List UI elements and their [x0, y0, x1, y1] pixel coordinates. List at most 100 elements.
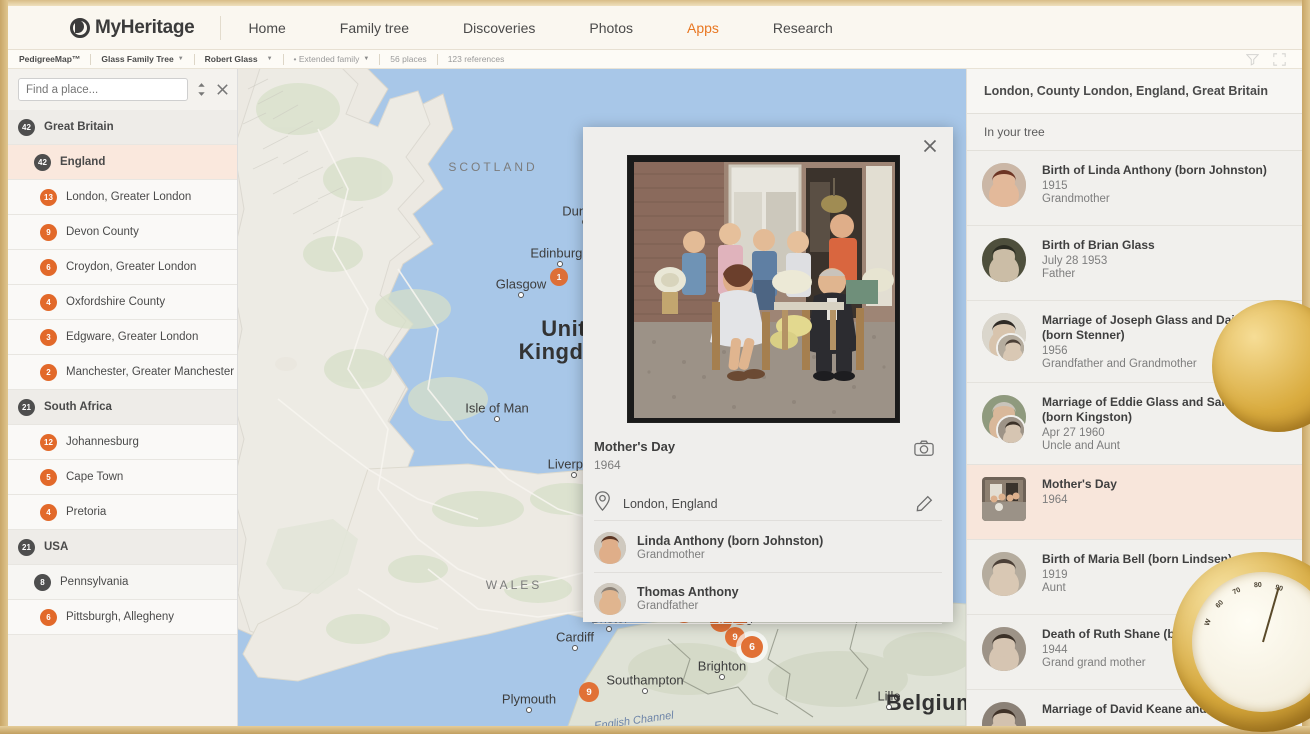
place-list-item[interactable]: 2 Manchester, Greater Manchester	[8, 355, 237, 390]
brand-name: MyHeritage	[95, 16, 195, 38]
place-count-badge: 3	[40, 328, 57, 346]
breadcrumb-places-count: 56 places	[390, 54, 427, 64]
avatar	[982, 163, 1026, 207]
place-label: South Africa	[44, 401, 112, 413]
place-label: London, Greater London	[66, 191, 192, 203]
place-count-badge: 6	[40, 608, 57, 626]
nav-item-home[interactable]: Home	[221, 20, 312, 36]
breadcrumb-tree-selector[interactable]: Glass Family Tree	[101, 54, 173, 64]
chevron-down-icon: ▼	[177, 56, 184, 62]
event-text: Birth of Linda Anthony (born Johnston) 19…	[1042, 163, 1288, 205]
event-date: Apr 27 1960	[1042, 427, 1105, 439]
map-city-dot	[494, 416, 500, 422]
map-city-dot	[557, 261, 563, 267]
place-list-item[interactable]: 4 Oxfordshire County	[8, 285, 237, 320]
place-list-item[interactable]: 21 USA	[8, 530, 237, 565]
place-count-badge: 4	[40, 503, 57, 521]
chevron-down-icon: ▼	[363, 56, 370, 62]
event-avatars	[982, 552, 1030, 602]
close-icon[interactable]	[919, 135, 941, 157]
map-city-dot	[606, 626, 612, 632]
popup-person-name: Linda Anthony (born Johnston)	[637, 534, 824, 548]
place-list-item[interactable]: 12 Johannesburg	[8, 425, 237, 460]
pencil-edit-icon[interactable]	[916, 495, 934, 513]
event-date: 1964	[1042, 494, 1068, 506]
breadcrumb-person-selector[interactable]: Robert Glass	[205, 54, 258, 64]
map-city-dot	[719, 674, 725, 680]
camera-icon[interactable]	[914, 439, 934, 457]
fullscreen-icon[interactable]	[1273, 52, 1286, 66]
event-list-item[interactable]: Birth of Linda Anthony (born Johnston) 19…	[967, 151, 1302, 226]
map-city-dot	[572, 645, 578, 651]
place-label: England	[60, 156, 106, 168]
photo-popup-card[interactable]: Mother's Day 1964 London, England Linda …	[583, 127, 953, 624]
main-nav-items: Home Family tree Discoveries Photos Apps Rese…	[221, 20, 859, 36]
event-title: Birth of Brian Glass	[1042, 238, 1155, 252]
avatar-secondary	[996, 415, 1026, 445]
popup-location-text: London, England	[623, 496, 718, 511]
nav-item-family-tree[interactable]: Family tree	[313, 20, 436, 36]
avatar	[982, 627, 1026, 671]
place-list-item[interactable]: 42 England	[8, 145, 237, 180]
map-marker[interactable]: 1	[550, 268, 568, 286]
event-list-item[interactable]: Birth of Brian Glass July 28 1953 Father	[967, 226, 1302, 301]
event-avatars	[982, 238, 1030, 288]
avatar-secondary	[996, 333, 1026, 363]
event-relation: Uncle and Aunt	[1042, 440, 1121, 452]
place-list-item[interactable]: 9 Devon County	[8, 215, 237, 250]
compass-tick: 60	[1215, 598, 1226, 610]
popup-location-row[interactable]: London, England	[594, 487, 942, 521]
event-avatars	[982, 702, 1030, 726]
filter-icon[interactable]	[1245, 53, 1260, 66]
place-list-item[interactable]: 5 Cape Town	[8, 460, 237, 495]
myheritage-logo-icon	[70, 17, 90, 38]
myheritage-logo[interactable]: MyHeritage	[70, 16, 195, 39]
nav-item-photos[interactable]: Photos	[562, 20, 660, 36]
place-count-badge: 2	[40, 363, 57, 381]
place-list-item[interactable]: 6 Croydon, Greater London	[8, 250, 237, 285]
frame-edge-left	[0, 0, 8, 734]
search-input[interactable]	[18, 78, 188, 101]
compass-tick: W	[1204, 618, 1214, 627]
place-label: Cape Town	[66, 471, 124, 483]
nav-item-apps[interactable]: Apps	[660, 20, 746, 36]
compass-face: W 60 70 80 90	[1192, 572, 1310, 712]
top-navigation-bar: MyHeritage Home Family tree Discoveries Pho…	[8, 6, 1302, 50]
place-list-item[interactable]: 8 Pennsylvania	[8, 565, 237, 600]
place-count-badge: 4	[40, 293, 57, 311]
popup-person-row[interactable]: Linda Anthony (born Johnston) Grandmother	[594, 523, 942, 573]
frame-edge-bottom	[0, 726, 1310, 734]
location-pin-icon	[594, 491, 611, 516]
place-label: Great Britain	[44, 121, 114, 133]
breadcrumb-divider	[436, 53, 438, 65]
place-count-badge: 6	[40, 258, 57, 276]
compass-needle	[1262, 587, 1280, 643]
place-count-badge: 42	[34, 153, 51, 171]
event-text: Mother's Day 1964	[1042, 477, 1288, 507]
place-list-item[interactable]: 4 Pretoria	[8, 495, 237, 530]
sort-icon[interactable]	[196, 80, 207, 100]
place-list-item[interactable]: 13 London, Greater London	[8, 180, 237, 215]
map-marker[interactable]: 9	[579, 682, 599, 702]
popup-title: Mother's Day	[594, 439, 676, 454]
place-list-item[interactable]: 42 Great Britain	[8, 110, 237, 145]
place-list-item[interactable]: 3 Edgware, Greater London	[8, 320, 237, 355]
map-city-dot	[886, 704, 892, 710]
nav-item-research[interactable]: Research	[746, 20, 860, 36]
popup-year: 1964	[594, 458, 621, 472]
place-list-item[interactable]: 6 Pittsburgh, Allegheny	[8, 600, 237, 635]
nav-item-discoveries[interactable]: Discoveries	[436, 20, 562, 36]
popup-person-row[interactable]: Thomas Anthony Grandfather	[594, 574, 942, 624]
popup-photo[interactable]	[627, 155, 900, 423]
popup-person-name: Thomas Anthony	[637, 585, 739, 599]
close-icon[interactable]	[215, 80, 230, 100]
event-list-item[interactable]: Mother's Day 1964	[967, 465, 1302, 540]
place-list[interactable]: 42 Great Britain 42 England 13 London, Greate…	[8, 110, 237, 726]
place-count-badge: 8	[34, 573, 51, 591]
breadcrumb-divider	[282, 53, 284, 65]
map-city-dot	[571, 472, 577, 478]
map-marker[interactable]: 6	[741, 636, 763, 658]
place-list-item[interactable]: 21 South Africa	[8, 390, 237, 425]
avatar	[982, 552, 1026, 596]
breadcrumb-scope-selector[interactable]: • Extended family	[294, 54, 360, 64]
